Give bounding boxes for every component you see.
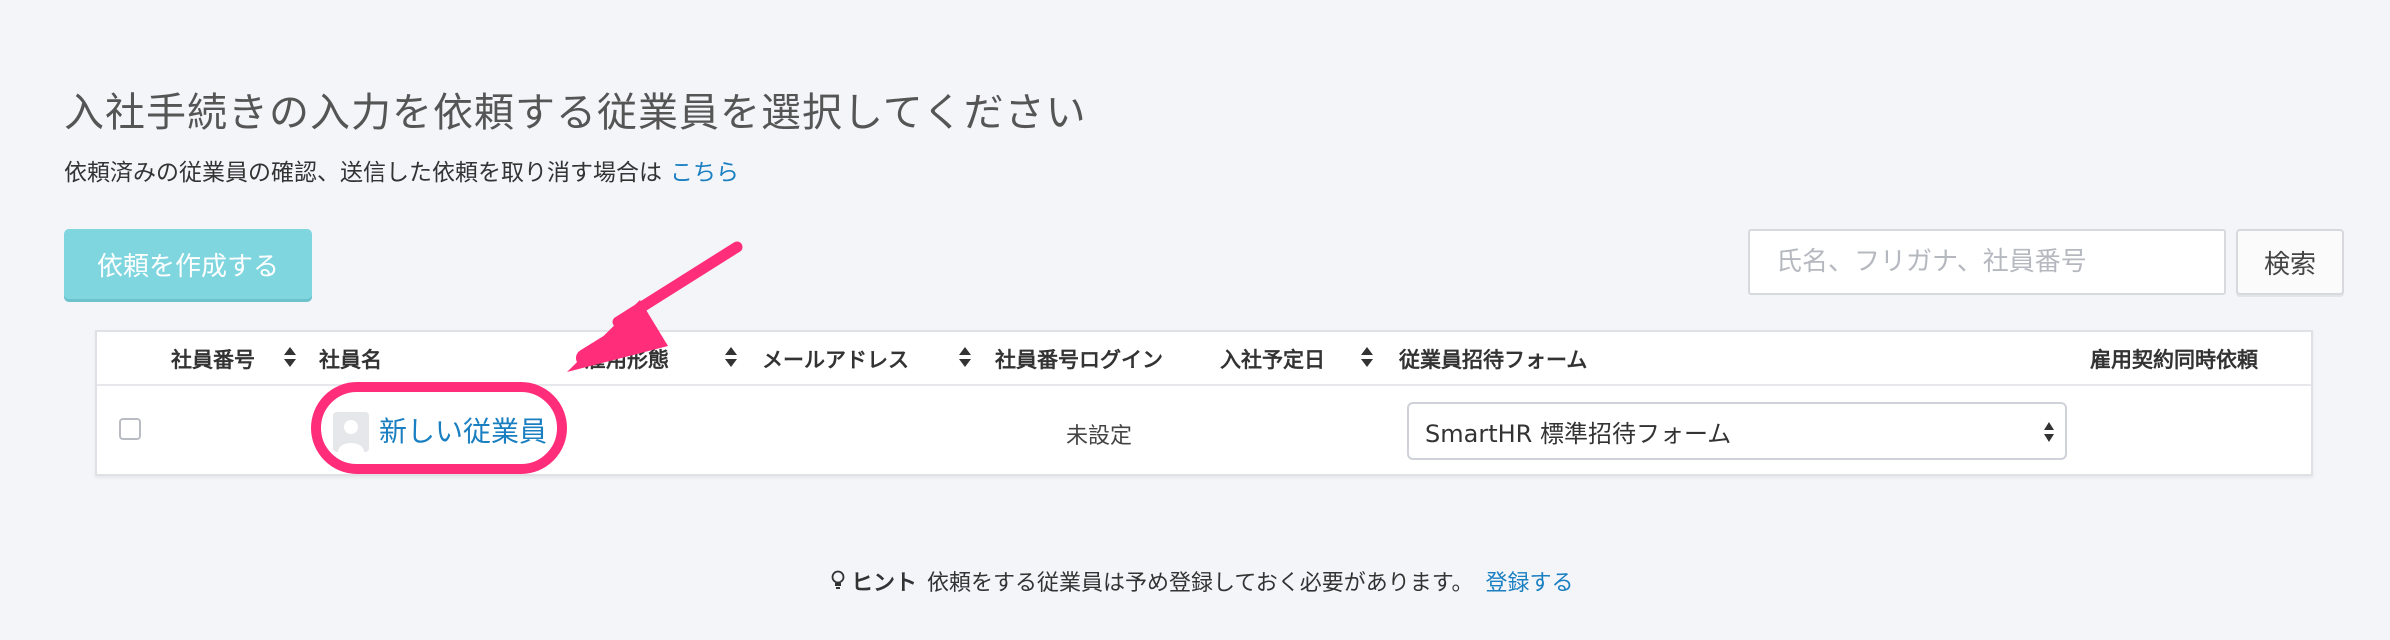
number-login-value: 未設定 — [1066, 424, 1133, 449]
table-header: 社員番号 社員名 雇用形態 メールアドレス 社員番号ログイン 入社予定日 従業員… — [97, 332, 2311, 386]
person-icon — [333, 412, 369, 452]
subtitle-text: 依頼済みの従業員の確認、送信した依頼を取り消す場合は — [64, 160, 662, 186]
page-title: 入社手続きの入力を依頼する従業員を選択してください — [64, 90, 1087, 136]
employee-name-link[interactable]: 新しい従業員 — [379, 410, 547, 450]
column-invite-form: 従業員招待フォーム — [1399, 348, 1588, 372]
hint-title: ヒント — [851, 571, 918, 596]
column-contract-request: 雇用契約同時依頼 — [2090, 348, 2258, 372]
column-employee-name: 社員名 — [319, 348, 382, 372]
create-request-button[interactable]: 依頼を作成する — [64, 229, 312, 299]
search-button[interactable]: 検索 — [2236, 229, 2344, 295]
sort-icon[interactable] — [1360, 346, 1374, 368]
invite-form-value: SmartHR 標準招待フォーム — [1425, 419, 1732, 448]
invite-form-select[interactable]: SmartHR 標準招待フォーム — [1407, 402, 2067, 460]
employee-table: 社員番号 社員名 雇用形態 メールアドレス 社員番号ログイン 入社予定日 従業員… — [95, 330, 2313, 476]
column-employment-type[interactable]: 雇用形態 — [585, 344, 669, 374]
lightbulb-icon — [831, 570, 845, 589]
sort-icon[interactable] — [283, 346, 297, 368]
hint: ヒント 依頼をする従業員は予め登録しておく必要があります。 登録する — [831, 565, 1574, 597]
sort-icon[interactable] — [724, 346, 738, 368]
column-number-login: 社員番号ログイン — [995, 348, 1163, 372]
search-input[interactable] — [1748, 229, 2226, 295]
subtitle: 依頼済みの従業員の確認、送信した依頼を取り消す場合は こちら — [64, 153, 739, 187]
column-employee-number[interactable]: 社員番号 — [171, 344, 255, 374]
cancel-request-link[interactable]: こちら — [670, 160, 739, 186]
sort-icon[interactable] — [958, 346, 972, 368]
column-join-date[interactable]: 入社予定日 — [1220, 344, 1325, 374]
avatar — [333, 412, 369, 452]
register-link[interactable]: 登録する — [1486, 565, 1574, 597]
row-checkbox[interactable] — [119, 418, 141, 440]
hint-text: 依頼をする従業員は予め登録しておく必要があります。 — [927, 571, 1474, 596]
select-arrows-icon — [2044, 422, 2054, 442]
column-email[interactable]: メールアドレス — [762, 344, 909, 374]
